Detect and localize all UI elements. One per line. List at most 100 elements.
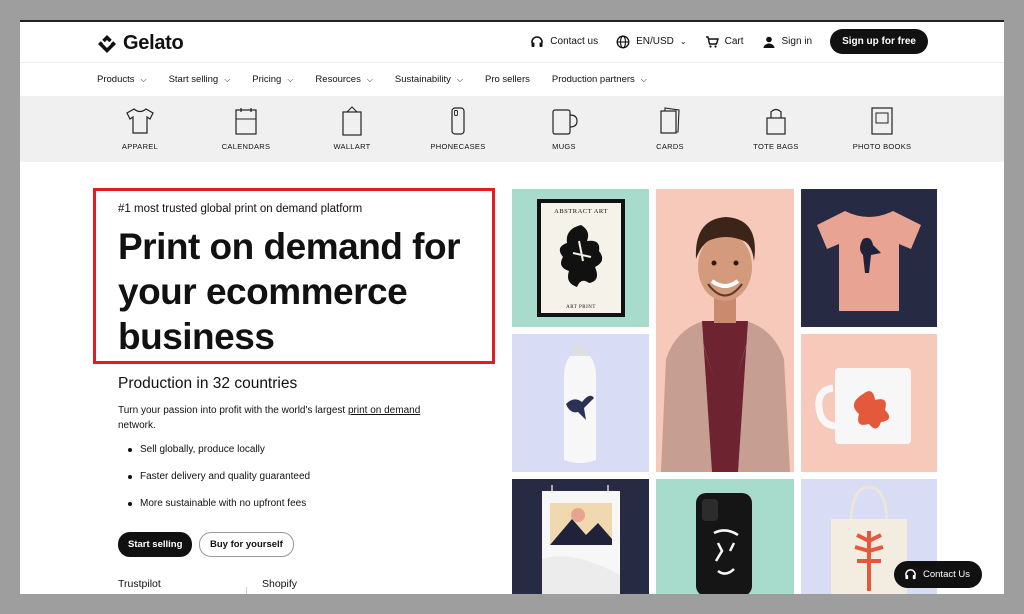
chat-label: Contact Us — [923, 569, 970, 580]
category-tote-bags[interactable]: TOTE BAGS — [726, 106, 826, 151]
list-item: More sustainable with no upfront fees — [128, 498, 310, 510]
globe-icon — [616, 35, 630, 48]
print-on-demand-link[interactable]: print on demand — [348, 405, 420, 416]
chevron-down-icon: ⌵ — [224, 74, 231, 84]
nav-label: Pro sellers — [484, 74, 530, 85]
feature-list: Sell globally, produce locally Faster de… — [128, 444, 310, 525]
category-bar: APPAREL CALENDARS WALLART PHONECASES MUG… — [20, 96, 1004, 162]
tshirt-tile — [801, 189, 937, 327]
chevron-down-icon: ⌵ — [640, 74, 647, 84]
locale-label: EN/USD — [636, 36, 674, 47]
chevron-down-icon: ⌵ — [140, 74, 147, 84]
category-label: TOTE BAGS — [753, 142, 799, 151]
cards-icon — [660, 107, 680, 134]
wallart-tile: ABSTRACT ART ART PRINT — [512, 189, 649, 327]
bottle-product-icon — [564, 346, 596, 463]
bottle-tile — [512, 334, 649, 472]
locale-selector[interactable]: EN/USD ⌄ — [616, 35, 687, 49]
mug-tile — [801, 334, 937, 472]
calendar-product-icon — [542, 485, 620, 594]
poster-caption: ART PRINT — [566, 305, 596, 310]
category-apparel[interactable]: APPAREL — [90, 106, 190, 151]
browser-page: Gelato Contact us EN/USD ⌄ Cart Sign in … — [20, 20, 1004, 594]
category-calendars[interactable]: CALENDARS — [196, 106, 296, 151]
nav-label: Pricing — [252, 74, 282, 85]
nav-pricing[interactable]: Pricing ⌵ — [252, 74, 293, 85]
sign-in-link[interactable]: Sign in — [762, 35, 813, 49]
desc-text-end: network. — [118, 420, 156, 431]
abstract-shape-icon — [559, 225, 603, 287]
poster-frame: ABSTRACT ART ART PRINT — [537, 199, 625, 317]
hero-subtitle: Production in 32 countries — [118, 375, 298, 392]
tshirt-product-icon — [817, 211, 921, 311]
cart-label: Cart — [724, 36, 744, 47]
phonecase-icon — [451, 107, 465, 135]
category-wallart[interactable]: WALLART — [302, 106, 402, 151]
brand-name: Gelato — [123, 32, 184, 54]
model-photo-tile — [656, 189, 794, 472]
contact-us-chat-button[interactable]: Contact Us — [894, 561, 982, 588]
tote-bag-icon — [766, 108, 786, 135]
chevron-down-icon: ⌵ — [366, 74, 373, 84]
nav-label: Sustainability — [394, 74, 451, 85]
user-icon — [763, 36, 775, 48]
category-label: CALENDARS — [221, 142, 271, 151]
top-header: Gelato Contact us EN/USD ⌄ Cart Sign in … — [20, 22, 1004, 62]
contact-us-link[interactable]: Contact us — [530, 35, 598, 49]
nav-resources[interactable]: Resources ⌵ — [315, 74, 373, 85]
mug-icon — [552, 109, 578, 135]
photo-book-icon — [871, 107, 893, 135]
nav-label: Resources — [315, 74, 361, 85]
list-item: Faster delivery and quality guaranteed — [128, 471, 310, 483]
category-label: PHONECASES — [430, 142, 486, 151]
desc-text: Turn your passion into profit with the w… — [118, 405, 348, 416]
calendar-icon — [235, 108, 257, 135]
nav-products[interactable]: Products ⌵ — [97, 74, 147, 85]
buy-for-yourself-button[interactable]: Buy for yourself — [199, 532, 294, 557]
category-label: CARDS — [656, 142, 684, 151]
sign-in-label: Sign in — [781, 36, 813, 47]
gelato-logo[interactable]: Gelato — [97, 32, 184, 55]
list-item: Sell globally, produce locally — [128, 444, 310, 456]
category-cards[interactable]: CARDS — [620, 106, 720, 151]
category-photo-books[interactable]: PHOTO BOOKS — [832, 106, 932, 151]
hero-description: Turn your passion into profit with the w… — [118, 403, 458, 433]
gelato-logo-icon — [98, 34, 116, 53]
cart-icon — [705, 35, 719, 48]
category-label: APPAREL — [121, 142, 159, 151]
nav-label: Products — [97, 74, 135, 85]
category-label: MUGS — [552, 142, 576, 151]
category-mugs[interactable]: MUGS — [514, 106, 614, 151]
headset-icon — [531, 35, 544, 47]
chevron-down-icon: ⌄ — [679, 37, 687, 46]
phonecase-tile — [656, 479, 794, 594]
divider — [246, 587, 247, 594]
start-selling-button[interactable]: Start selling — [118, 532, 193, 557]
nav-label: Production partners — [551, 74, 635, 85]
model-illustration — [661, 217, 790, 472]
category-label: WALLART — [333, 142, 371, 151]
hero-eyebrow: #1 most trusted global print on demand p… — [118, 203, 363, 215]
main-nav: Products ⌵ Start selling ⌵ Pricing ⌵ Resour… — [20, 62, 1004, 96]
category-phonecases[interactable]: PHONECASES — [408, 106, 508, 151]
hero-title: Print on demand for your ecommerce busin… — [118, 226, 461, 357]
phonecase-product-icon — [696, 493, 752, 594]
chevron-down-icon: ⌵ — [287, 74, 294, 84]
chevron-down-icon: ⌵ — [456, 74, 463, 84]
calendar-tile — [512, 479, 649, 594]
shopify-label: Shopify — [262, 578, 298, 590]
nav-label: Start selling — [168, 74, 219, 85]
tshirt-icon — [126, 108, 154, 134]
sign-up-button[interactable]: Sign up for free — [830, 29, 928, 54]
nav-start-selling[interactable]: Start selling ⌵ — [169, 74, 231, 85]
contact-us-label: Contact us — [550, 36, 599, 47]
nav-sustainability[interactable]: Sustainability ⌵ — [395, 74, 463, 85]
headset-icon — [905, 569, 916, 580]
wallart-icon — [342, 106, 362, 136]
cart-link[interactable]: Cart — [705, 35, 744, 49]
nav-pro-sellers[interactable]: Pro sellers — [485, 74, 530, 85]
category-label: PHOTO BOOKS — [852, 142, 912, 151]
poster-title: ABSTRACT ART — [554, 208, 608, 215]
mug-product-icon — [815, 368, 911, 444]
nav-production-partners[interactable]: Production partners ⌵ — [552, 74, 647, 85]
